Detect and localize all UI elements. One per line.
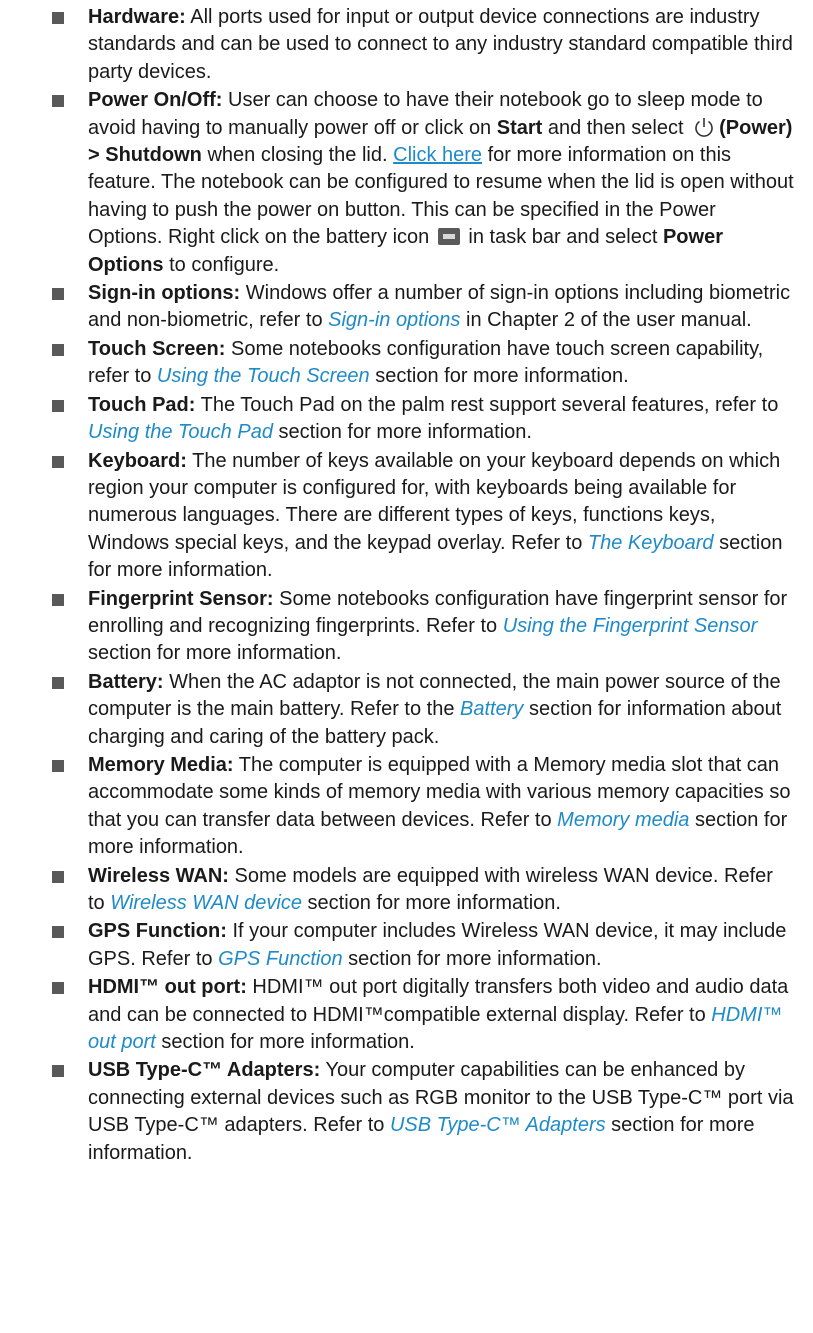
bullet-icon bbox=[52, 95, 64, 108]
start-label: Start bbox=[496, 116, 543, 139]
item-text: Memory Media: The computer is equipped w… bbox=[88, 752, 795, 862]
item-body: section for more information. bbox=[342, 947, 602, 970]
bullet-icon bbox=[52, 870, 64, 883]
item-body: section for more information. bbox=[272, 421, 532, 444]
item-title: Memory Media: bbox=[88, 753, 234, 776]
item-title: Touch Screen: bbox=[88, 337, 226, 360]
battery-icon bbox=[437, 228, 460, 246]
item-title: Power On/Off: bbox=[88, 89, 223, 112]
bullet-icon bbox=[52, 455, 64, 468]
item-body: All ports used for input or output devic… bbox=[88, 6, 793, 83]
bullet-icon bbox=[52, 399, 64, 412]
power-icon bbox=[693, 116, 715, 138]
item-body: in task bar and select bbox=[462, 226, 663, 249]
item-title: Sign-in options: bbox=[88, 282, 241, 305]
item-text: USB Type-C™ Adapters: Your computer capa… bbox=[88, 1057, 795, 1167]
item-title: HDMI™ out port: bbox=[88, 976, 247, 999]
item-title: GPS Function: bbox=[88, 920, 227, 943]
item-text: Fingerprint Sensor: Some notebooks confi… bbox=[88, 586, 795, 668]
bullet-icon bbox=[52, 1065, 64, 1078]
item-body: and then select bbox=[542, 116, 690, 139]
list-item-power: Power On/Off: User can choose to have th… bbox=[0, 87, 813, 279]
list-item-hdmi: HDMI™ out port: HDMI™ out port digitally… bbox=[0, 974, 813, 1056]
item-title: Hardware: bbox=[88, 6, 186, 28]
list-item-usb-type-c: USB Type-C™ Adapters: Your computer capa… bbox=[0, 1057, 813, 1167]
list-item-wireless-wan: Wireless WAN: Some models are equipped w… bbox=[0, 863, 813, 918]
item-body: section for more information. bbox=[369, 365, 629, 388]
feature-list: Hardware: All ports used for input or ou… bbox=[0, 4, 813, 1168]
item-body: when closing the lid. bbox=[201, 144, 394, 167]
list-item-memory-media: Memory Media: The computer is equipped w… bbox=[0, 752, 813, 862]
fingerprint-xref[interactable]: Using the Fingerprint Sensor bbox=[503, 615, 758, 637]
item-title: Wireless WAN: bbox=[88, 864, 229, 887]
click-here-link[interactable]: Click here bbox=[393, 144, 482, 166]
list-item-fingerprint: Fingerprint Sensor: Some notebooks confi… bbox=[0, 586, 813, 668]
list-item-sign-in: Sign-in options: Windows offer a number … bbox=[0, 280, 813, 335]
item-text: Battery: When the AC adaptor is not conn… bbox=[88, 669, 795, 751]
item-title: USB Type-C™ Adapters: bbox=[88, 1059, 321, 1082]
list-item-touch-pad: Touch Pad: The Touch Pad on the palm res… bbox=[0, 392, 813, 447]
item-title: Battery: bbox=[88, 670, 164, 693]
touch-pad-xref[interactable]: Using the Touch Pad bbox=[88, 421, 273, 443]
item-text: Keyboard: The number of keys available o… bbox=[88, 448, 795, 585]
item-title: Keyboard: bbox=[88, 449, 187, 472]
list-item-gps: GPS Function: If your computer includes … bbox=[0, 918, 813, 973]
bullet-icon bbox=[52, 759, 64, 772]
item-text: Sign-in options: Windows offer a number … bbox=[88, 280, 795, 335]
sign-in-options-xref[interactable]: Sign-in options bbox=[328, 309, 460, 331]
gps-xref[interactable]: GPS Function bbox=[218, 948, 343, 970]
bullet-icon bbox=[52, 288, 64, 301]
item-title: Touch Pad: bbox=[88, 393, 196, 416]
bullet-icon bbox=[52, 926, 64, 939]
item-text: HDMI™ out port: HDMI™ out port digitally… bbox=[88, 974, 795, 1056]
list-item-keyboard: Keyboard: The number of keys available o… bbox=[0, 448, 813, 585]
item-text: Power On/Off: User can choose to have th… bbox=[88, 87, 795, 279]
bullet-icon bbox=[52, 593, 64, 606]
usb-type-c-xref[interactable]: USB Type-C™ Adapters bbox=[390, 1114, 606, 1136]
touch-screen-xref[interactable]: Using the Touch Screen bbox=[157, 365, 370, 387]
item-body: in Chapter 2 of the user manual. bbox=[460, 309, 752, 332]
list-item-hardware: Hardware: All ports used for input or ou… bbox=[0, 4, 813, 86]
memory-media-xref[interactable]: Memory media bbox=[557, 809, 689, 831]
bullet-icon bbox=[52, 676, 64, 689]
item-text: GPS Function: If your computer includes … bbox=[88, 918, 795, 973]
bullet-icon bbox=[52, 343, 64, 356]
list-item-battery: Battery: When the AC adaptor is not conn… bbox=[0, 669, 813, 751]
item-text: Touch Screen: Some notebooks configurati… bbox=[88, 336, 795, 391]
wireless-wan-xref[interactable]: Wireless WAN device bbox=[110, 892, 302, 914]
item-body: section for more information. bbox=[301, 892, 561, 914]
item-text: Wireless WAN: Some models are equipped w… bbox=[88, 863, 795, 918]
list-item-touch-screen: Touch Screen: Some notebooks configurati… bbox=[0, 336, 813, 391]
item-body: to configure. bbox=[163, 253, 280, 276]
item-body: section for more information. bbox=[155, 1031, 415, 1054]
battery-xref[interactable]: Battery bbox=[460, 698, 523, 720]
keyboard-xref[interactable]: The Keyboard bbox=[588, 532, 714, 554]
item-body: The Touch Pad on the palm rest support s… bbox=[195, 393, 779, 416]
bullet-icon bbox=[52, 982, 64, 995]
item-text: Touch Pad: The Touch Pad on the palm res… bbox=[88, 392, 795, 447]
bullet-icon bbox=[52, 12, 64, 24]
item-text: Hardware: All ports used for input or ou… bbox=[88, 4, 795, 86]
item-body: section for more information. bbox=[88, 642, 342, 665]
item-title: Fingerprint Sensor: bbox=[88, 587, 274, 610]
